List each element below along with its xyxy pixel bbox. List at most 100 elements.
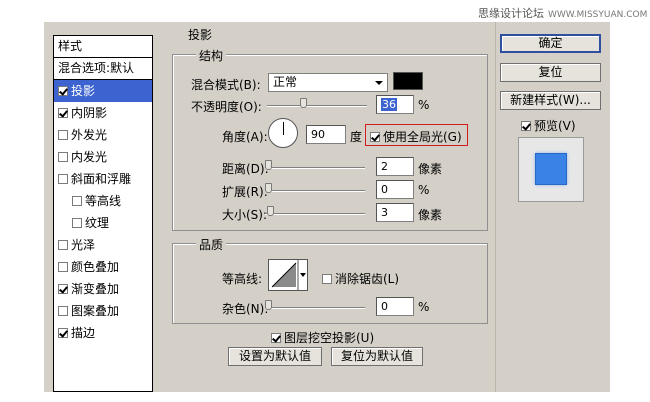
checkbox-icon[interactable] xyxy=(58,305,68,316)
blend-mode-value: 正常 xyxy=(273,75,298,89)
noise-label: 杂色(N): xyxy=(222,302,269,316)
checkbox-icon[interactable] xyxy=(58,327,68,338)
make-default-button[interactable]: 设置为默认值 xyxy=(228,347,322,366)
slider-track xyxy=(265,190,365,192)
knockout-checkbox[interactable]: 图层挖空投影(U) xyxy=(271,329,374,346)
distance-slider[interactable] xyxy=(265,160,365,170)
noise-unit: % xyxy=(418,300,430,314)
style-item-label: 等高线 xyxy=(85,194,122,208)
slider-track xyxy=(265,213,365,215)
slider-thumb[interactable] xyxy=(300,98,307,108)
opacity-input[interactable]: 36 xyxy=(376,95,414,114)
slider-thumb[interactable] xyxy=(265,160,272,170)
style-item[interactable]: 外发光 xyxy=(54,124,152,146)
blend-mode-label: 混合模式(B): xyxy=(191,78,261,92)
style-item[interactable]: 斜面和浮雕 xyxy=(54,168,152,190)
checkbox-icon[interactable] xyxy=(58,283,68,294)
size-unit: 像素 xyxy=(418,208,443,222)
checkbox-icon[interactable] xyxy=(370,131,380,142)
shadow-color-swatch[interactable] xyxy=(393,72,423,90)
slider-thumb[interactable] xyxy=(265,183,272,193)
watermark-url: WWW.MISSYUAN.COM xyxy=(548,10,648,20)
styles-panel: 样式 混合选项:默认 投影 内阴影 外发光内发光斜面和浮雕等高线纹理光泽颜色叠加渐变… xyxy=(53,35,153,392)
slider-track xyxy=(267,105,367,107)
checkbox-icon[interactable] xyxy=(58,173,68,184)
opacity-value: 36 xyxy=(381,98,397,111)
right-divider xyxy=(495,22,497,392)
new-style-button[interactable]: 新建样式(W)... xyxy=(500,91,601,110)
distance-label: 距离(D): xyxy=(222,162,269,176)
style-item[interactable]: 图案叠加 xyxy=(54,300,152,322)
slider-thumb[interactable] xyxy=(267,206,274,216)
checkbox-icon[interactable] xyxy=(72,195,82,206)
style-item-label: 斜面和浮雕 xyxy=(71,172,132,186)
style-items: 投影 内阴影 外发光内发光斜面和浮雕等高线纹理光泽颜色叠加渐变叠加图案叠加 描边 xyxy=(54,80,152,344)
knockout-label: 图层挖空投影(U) xyxy=(284,331,375,345)
anti-alias-label: 消除锯齿(L) xyxy=(335,272,400,286)
angle-dial[interactable] xyxy=(268,118,298,148)
contour-picker[interactable] xyxy=(268,259,308,291)
spread-input[interactable]: 0 xyxy=(376,180,414,199)
blending-options-item[interactable]: 混合选项:默认 xyxy=(54,58,152,80)
style-item-label: 颜色叠加 xyxy=(71,260,120,274)
preview-thumbnail xyxy=(518,137,584,202)
angle-input[interactable]: 90 xyxy=(306,125,346,144)
structure-title: 结构 xyxy=(196,47,227,64)
checkbox-icon[interactable] xyxy=(322,273,332,284)
style-item-label: 渐变叠加 xyxy=(71,282,120,296)
styles-header[interactable]: 样式 xyxy=(54,36,152,58)
style-item[interactable]: 颜色叠加 xyxy=(54,256,152,278)
contour-graph-icon xyxy=(271,260,306,290)
reset-default-button[interactable]: 复位为默认值 xyxy=(331,347,423,366)
preview-square xyxy=(535,153,567,185)
checkbox-icon[interactable] xyxy=(58,85,68,96)
section-title: 投影 xyxy=(185,26,216,43)
ok-button[interactable]: 确定 xyxy=(500,34,601,53)
anti-alias-checkbox[interactable]: 消除锯齿(L) xyxy=(322,270,399,287)
style-item[interactable]: 投影 xyxy=(54,80,152,102)
style-item[interactable]: 描边 xyxy=(54,322,152,344)
spread-slider[interactable] xyxy=(265,183,365,193)
angle-unit: 度 xyxy=(350,130,363,144)
style-item[interactable]: 渐变叠加 xyxy=(54,278,152,300)
chevron-down-icon xyxy=(375,81,383,85)
blend-mode-select[interactable]: 正常 xyxy=(268,73,388,92)
preview-checkbox[interactable]: 预览(V) xyxy=(521,117,576,134)
style-item[interactable]: 纹理 xyxy=(54,212,152,234)
checkbox-icon[interactable] xyxy=(58,261,68,272)
opacity-slider[interactable] xyxy=(267,98,367,108)
checkbox-icon[interactable] xyxy=(521,120,531,131)
slider-thumb[interactable] xyxy=(265,300,272,310)
checkbox-icon[interactable] xyxy=(72,217,82,228)
style-item[interactable]: 内阴影 xyxy=(54,102,152,124)
style-item-label: 纹理 xyxy=(85,216,110,230)
contour-label: 等高线: xyxy=(222,272,263,286)
distance-input[interactable]: 2 xyxy=(376,157,414,176)
slider-track xyxy=(265,167,365,169)
checkbox-icon[interactable] xyxy=(58,129,68,140)
style-item[interactable]: 光泽 xyxy=(54,234,152,256)
size-slider[interactable] xyxy=(265,206,365,216)
slider-track xyxy=(265,307,365,309)
checkbox-icon[interactable] xyxy=(58,239,68,250)
global-light-checkbox[interactable]: 使用全局光(G) xyxy=(370,128,462,145)
checkbox-icon[interactable] xyxy=(58,151,68,162)
angle-label: 角度(A): xyxy=(222,130,268,144)
opacity-label: 不透明度(O): xyxy=(191,100,262,114)
quality-title: 品质 xyxy=(196,236,227,253)
watermark-text: 思缘设计论坛 xyxy=(478,7,544,20)
checkbox-icon[interactable] xyxy=(271,332,281,343)
noise-input[interactable]: 0 xyxy=(376,297,414,316)
style-item[interactable]: 等高线 xyxy=(54,190,152,212)
preview-label: 预览(V) xyxy=(534,119,576,133)
spread-unit: % xyxy=(418,183,430,197)
reset-button[interactable]: 复位 xyxy=(500,63,601,82)
spread-label: 扩展(R): xyxy=(222,185,268,199)
style-item-label: 内发光 xyxy=(71,150,108,164)
style-item[interactable]: 内发光 xyxy=(54,146,152,168)
size-label: 大小(S): xyxy=(222,208,268,222)
global-light-label: 使用全局光(G) xyxy=(383,130,462,144)
checkbox-icon[interactable] xyxy=(58,107,68,118)
noise-slider[interactable] xyxy=(265,300,365,310)
size-input[interactable]: 3 xyxy=(376,203,414,222)
